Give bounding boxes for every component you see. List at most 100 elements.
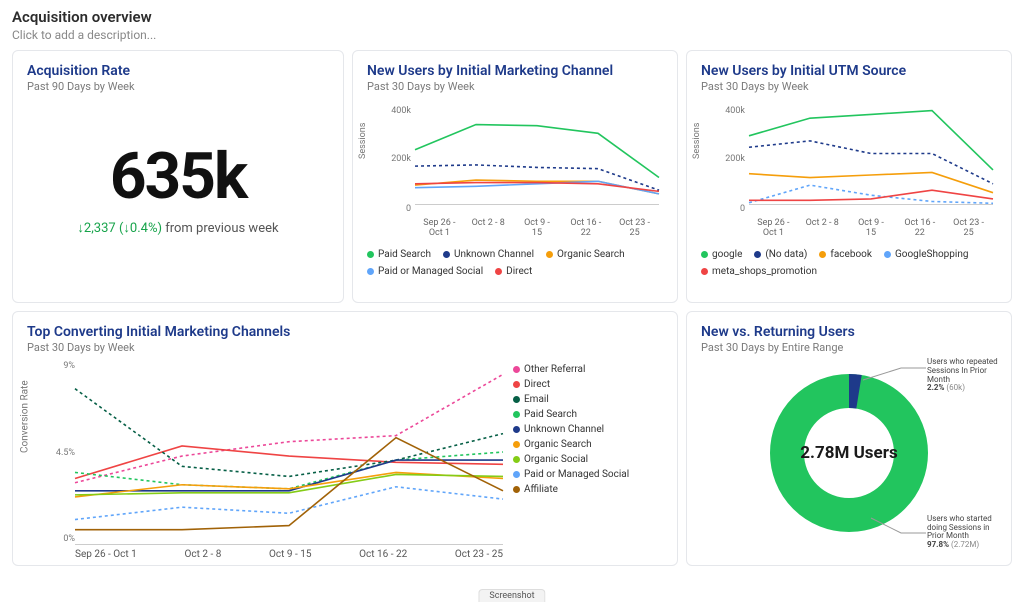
legend-item[interactable]: Paid or Managed Social bbox=[367, 266, 483, 277]
chart-plot: Sessions 400k 200k 0 bbox=[367, 99, 663, 219]
legend-dot-icon bbox=[513, 396, 520, 403]
donut-chart: 2.78M Users Users who repeated Sessions … bbox=[701, 358, 997, 548]
x-tick: Sep 26 - Oct 1 bbox=[749, 219, 798, 239]
x-tick: Oct 9 - 15 bbox=[269, 549, 311, 560]
legend-label: Paid Search bbox=[524, 409, 577, 420]
legend-dot-icon bbox=[367, 268, 374, 275]
legend-item[interactable]: facebook bbox=[819, 249, 872, 260]
y-tick: 0% bbox=[45, 534, 75, 544]
card-title: New Users by Initial UTM Source bbox=[701, 63, 997, 79]
legend-item[interactable]: Email bbox=[513, 394, 663, 405]
legend-dot-icon bbox=[513, 381, 520, 388]
legend-label: meta_shops_promotion bbox=[712, 266, 817, 277]
legend-label: Email bbox=[524, 394, 549, 405]
x-tick: Oct 23 - 25 bbox=[610, 219, 659, 239]
page-title: Acquisition overview bbox=[12, 8, 1012, 26]
legend-item[interactable]: Organic Search bbox=[513, 439, 663, 450]
legend-label: Direct bbox=[524, 379, 550, 390]
kpi-value: 635k bbox=[110, 139, 246, 214]
card-new-vs-returning[interactable]: New vs. Returning Users Past 30 Days by … bbox=[686, 311, 1012, 566]
legend-dot-icon bbox=[701, 251, 708, 258]
legend-label: Other Referral bbox=[524, 364, 585, 375]
legend-label: Paid Search bbox=[378, 249, 431, 260]
legend-label: Affiliate bbox=[524, 484, 558, 495]
legend-dot-icon bbox=[513, 366, 520, 373]
card-new-users-marketing-channel[interactable]: New Users by Initial Marketing Channel P… bbox=[352, 50, 678, 303]
y-tick: 200k bbox=[715, 154, 745, 164]
chart-legend: Paid Search Unknown Channel Organic Search… bbox=[367, 249, 663, 277]
chart-legend: google (No data) facebook GoogleShopping met… bbox=[701, 249, 997, 277]
card-subtitle: Past 30 Days by Week bbox=[27, 341, 663, 354]
y-tick: 0 bbox=[715, 204, 745, 214]
legend-dot-icon bbox=[367, 251, 374, 258]
screenshot-tab[interactable]: Screenshot bbox=[478, 589, 545, 602]
donut-callout-new: Users who started doing Sessions in Prio… bbox=[927, 515, 1001, 550]
legend-dot-icon bbox=[513, 456, 520, 463]
legend-item[interactable]: (No data) bbox=[754, 249, 807, 260]
legend-item[interactable]: Paid Search bbox=[367, 249, 431, 260]
legend-label: google bbox=[712, 249, 742, 260]
legend-item[interactable]: Organic Search bbox=[546, 249, 625, 260]
card-subtitle: Past 30 Days by Week bbox=[701, 80, 997, 93]
x-tick: Oct 16 - 22 bbox=[895, 219, 944, 239]
legend-dot-icon bbox=[884, 251, 891, 258]
legend-item[interactable]: GoogleShopping bbox=[884, 249, 969, 260]
legend-label: Organic Search bbox=[557, 249, 625, 260]
legend-item[interactable]: Paid Search bbox=[513, 409, 663, 420]
legend-item[interactable]: Affiliate bbox=[513, 484, 663, 495]
legend-item[interactable]: Other Referral bbox=[513, 364, 663, 375]
delta-suffix: from previous week bbox=[162, 221, 279, 236]
chart-legend: Other Referral Direct Email Paid Search Unkn… bbox=[513, 360, 663, 545]
legend-label: Organic Search bbox=[524, 439, 592, 450]
legend-dot-icon bbox=[754, 251, 761, 258]
card-title: Top Converting Initial Marketing Channel… bbox=[27, 324, 663, 340]
card-acquisition-rate[interactable]: Acquisition Rate Past 90 Days by Week 63… bbox=[12, 50, 344, 303]
legend-label: Direct bbox=[506, 266, 532, 277]
x-tick: Oct 16 - 22 bbox=[561, 219, 610, 239]
legend-item[interactable]: google bbox=[701, 249, 742, 260]
legend-dot-icon bbox=[513, 441, 520, 448]
x-tick: Oct 2 - 8 bbox=[798, 219, 847, 239]
x-axis-ticks: Sep 26 - Oct 1 Oct 2 - 8 Oct 9 - 15 Oct 16 … bbox=[75, 549, 503, 560]
page-description-input[interactable]: Click to add a description... bbox=[12, 28, 1012, 42]
legend-item[interactable]: Direct bbox=[495, 266, 532, 277]
legend-label: (No data) bbox=[765, 249, 807, 260]
legend-item[interactable]: Unknown Channel bbox=[443, 249, 534, 260]
x-tick: Oct 16 - 22 bbox=[359, 549, 407, 560]
legend-item[interactable]: Direct bbox=[513, 379, 663, 390]
x-tick: Oct 9 - 15 bbox=[847, 219, 896, 239]
x-tick: Oct 2 - 8 bbox=[184, 549, 221, 560]
card-subtitle: Past 30 Days by Entire Range bbox=[701, 341, 997, 354]
legend-item[interactable]: Organic Social bbox=[513, 454, 663, 465]
x-axis-ticks: Sep 26 - Oct 1Oct 2 - 8Oct 9 - 15Oct 16 … bbox=[415, 219, 659, 239]
legend-dot-icon bbox=[495, 268, 502, 275]
y-tick: 9% bbox=[45, 361, 75, 371]
legend-dot-icon bbox=[513, 486, 520, 493]
y-tick: 0 bbox=[381, 204, 411, 214]
legend-label: Paid or Managed Social bbox=[524, 469, 629, 480]
legend-label: Unknown Channel bbox=[454, 249, 534, 260]
x-tick: Sep 26 - Oct 1 bbox=[75, 549, 137, 560]
x-tick: Oct 9 - 15 bbox=[513, 219, 562, 239]
chart-plot: Sessions 400k 200k 0 bbox=[701, 99, 997, 219]
legend-label: Unknown Channel bbox=[524, 424, 604, 435]
legend-dot-icon bbox=[513, 471, 520, 478]
card-top-converting-channels[interactable]: Top Converting Initial Marketing Channel… bbox=[12, 311, 678, 566]
y-axis-label: Sessions bbox=[692, 123, 702, 159]
card-new-users-utm-source[interactable]: New Users by Initial UTM Source Past 30 … bbox=[686, 50, 1012, 303]
legend-dot-icon bbox=[546, 251, 553, 258]
legend-item[interactable]: Unknown Channel bbox=[513, 424, 663, 435]
legend-item[interactable]: meta_shops_promotion bbox=[701, 266, 817, 277]
legend-label: facebook bbox=[830, 249, 872, 260]
legend-item[interactable]: Paid or Managed Social bbox=[513, 469, 663, 480]
donut-callout-returning: Users who repeated Sessions In Prior Mon… bbox=[927, 358, 1001, 393]
card-title: Acquisition Rate bbox=[27, 63, 329, 79]
x-tick: Oct 23 - 25 bbox=[455, 549, 503, 560]
legend-dot-icon bbox=[513, 411, 520, 418]
legend-dot-icon bbox=[513, 426, 520, 433]
y-tick: 400k bbox=[381, 106, 411, 116]
y-axis-label: Conversion Rate bbox=[20, 380, 31, 453]
x-tick: Oct 23 - 25 bbox=[944, 219, 993, 239]
card-subtitle: Past 30 Days by Week bbox=[367, 80, 663, 93]
x-axis-ticks: Sep 26 - Oct 1Oct 2 - 8Oct 9 - 15Oct 16 … bbox=[749, 219, 993, 239]
